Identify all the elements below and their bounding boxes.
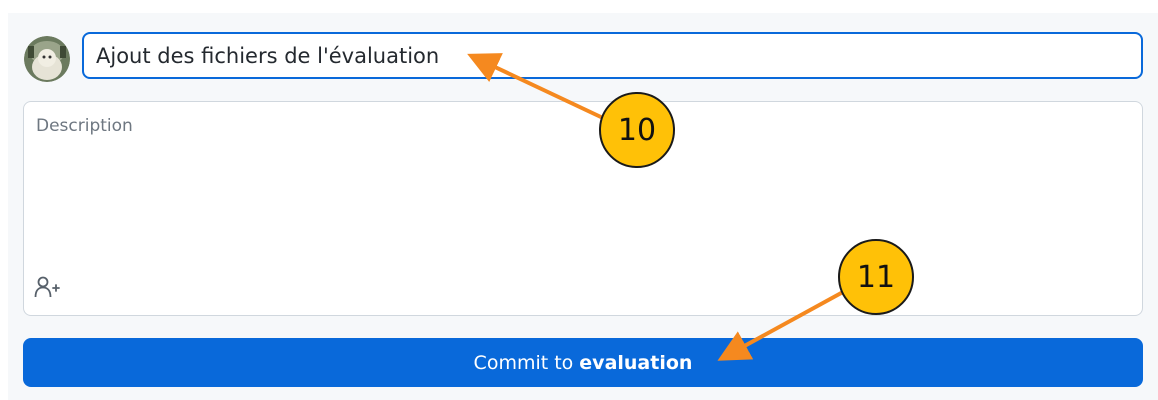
commit-summary-input[interactable] [82, 32, 1143, 79]
callout-11: 11 [838, 239, 914, 315]
commit-button-branch: evaluation [579, 351, 693, 374]
commit-description-input[interactable] [24, 102, 1142, 262]
callout-10: 10 [599, 92, 675, 168]
avatar [24, 36, 70, 82]
commit-button-prefix: Commit to [473, 351, 574, 374]
description-box [23, 101, 1143, 316]
callout-11-label: 11 [856, 259, 896, 295]
add-coauthor-icon [34, 276, 60, 298]
add-coauthor-button[interactable] [32, 273, 62, 301]
callout-10-label: 10 [617, 112, 657, 148]
commit-button[interactable]: Commit to evaluation [23, 338, 1143, 387]
